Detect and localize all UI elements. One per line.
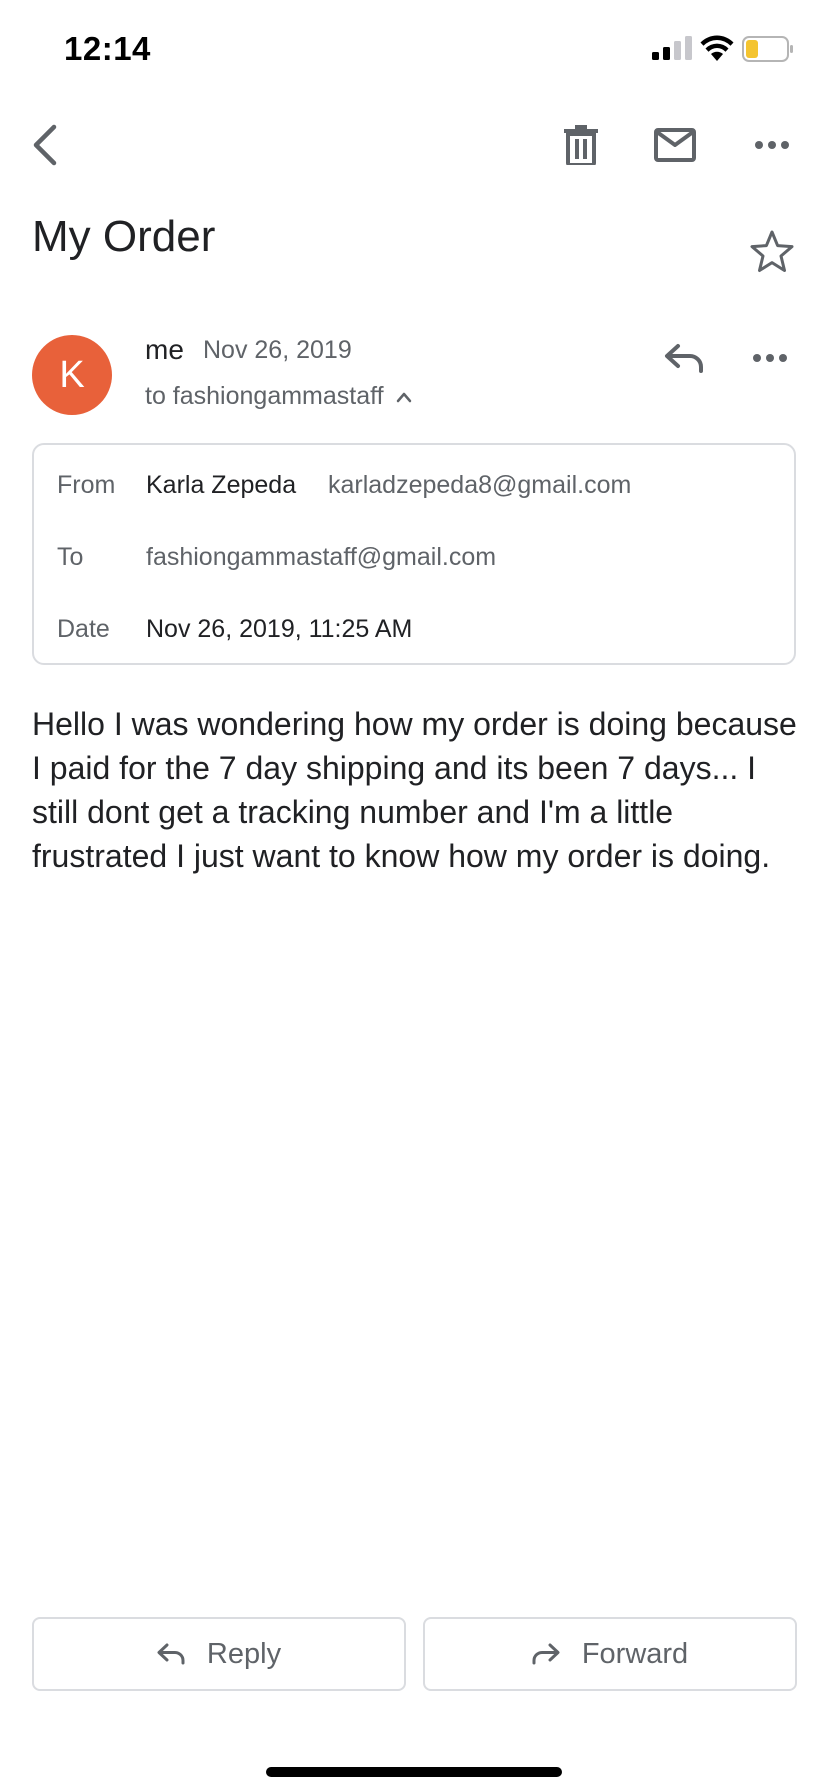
delete-button[interactable]: [546, 100, 616, 190]
avatar: K: [32, 335, 112, 415]
email-subject: My Order: [32, 212, 216, 261]
message-more-button[interactable]: [742, 330, 798, 386]
status-time: 12:14: [64, 30, 151, 67]
message-details-card: From Karla Zepeda karladzepeda8@gmail.co…: [32, 443, 796, 665]
sender-name: me: [145, 334, 184, 365]
from-name: Karla Zepeda: [146, 470, 297, 499]
reply-icon: [665, 344, 703, 373]
reply-icon: [157, 1643, 185, 1665]
mark-unread-button[interactable]: [640, 100, 710, 190]
more-options-button[interactable]: [737, 100, 807, 190]
wifi-icon: [700, 35, 734, 61]
status-bar: 12:14: [0, 0, 828, 96]
chevron-up-icon: [396, 392, 411, 402]
recipient-summary-toggle[interactable]: to fashiongammastaff: [145, 382, 412, 411]
to-label: To: [57, 542, 84, 571]
email-body: Hello I was wondering how my order is do…: [32, 706, 797, 874]
from-label: From: [57, 470, 116, 499]
date-value: Nov 26, 2019, 11:25 AM: [146, 614, 413, 643]
email-toolbar: [0, 100, 828, 190]
reply-icon-button[interactable]: [656, 330, 712, 386]
reply-button[interactable]: Reply: [32, 1617, 406, 1691]
star-outline-icon[interactable]: [748, 228, 796, 276]
more-horizontal-icon: [755, 141, 789, 149]
mail-icon: [654, 128, 696, 162]
recipient-summary: to fashiongammastaff: [145, 382, 384, 410]
forward-button-label: Forward: [581, 1637, 689, 1670]
trash-icon: [564, 125, 598, 165]
date-label: Date: [57, 614, 110, 643]
details-date-row: Date Nov 26, 2019, 11:25 AM: [34, 609, 794, 649]
details-from-row: From Karla Zepeda karladzepeda8@gmail.co…: [34, 465, 794, 505]
cellular-signal-icon: [652, 36, 692, 60]
home-indicator[interactable]: [266, 1767, 562, 1777]
more-horizontal-icon: [753, 354, 787, 362]
back-button[interactable]: [10, 100, 80, 190]
to-email[interactable]: fashiongammastaff@gmail.com: [146, 543, 496, 572]
chevron-left-icon: [33, 124, 57, 166]
forward-button[interactable]: Forward: [423, 1617, 797, 1691]
forward-icon: [532, 1643, 560, 1665]
reply-button-label: Reply: [206, 1637, 282, 1670]
from-email[interactable]: karladzepeda8@gmail.com: [328, 471, 631, 500]
details-to-row: To fashiongammastaff@gmail.com: [34, 537, 794, 577]
email-screen: 12:14 My Order K me Nov 26, 2019 to fash…: [0, 0, 828, 1792]
message-date: Nov 26, 2019: [203, 336, 352, 364]
battery-low-icon: [742, 36, 793, 62]
